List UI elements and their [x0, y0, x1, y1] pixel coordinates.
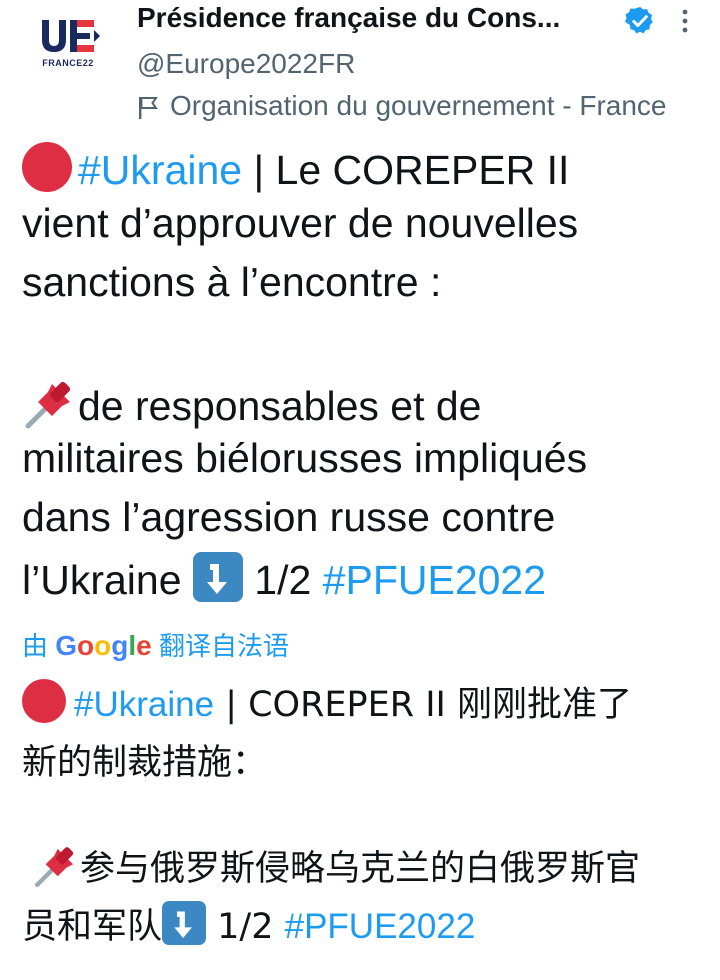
- tweet-header: FRANCE22 Présidence française du Cons...…: [0, 0, 720, 130]
- translated-line: #Ukraine | COREPER II 刚刚批准了: [22, 676, 632, 727]
- eu-logo-icon: [42, 20, 100, 52]
- affiliation-row: Organisation du gouvernement - France: [137, 90, 720, 126]
- flag-icon: [139, 97, 158, 119]
- display-name[interactable]: Présidence française du Cons...: [137, 2, 560, 34]
- logo-text: FRANCE22: [42, 58, 94, 68]
- arrow-down-right-emoji: [162, 901, 207, 945]
- pushpin-emoji: [34, 847, 74, 887]
- translation-attribution[interactable]: 由 Google 翻译自法语: [22, 626, 289, 663]
- more-vertical-icon[interactable]: [676, 6, 694, 36]
- hashtag-ukraine[interactable]: #Ukraine: [78, 147, 242, 193]
- translated-line-text: 1/2: [206, 907, 285, 947]
- translated-line-text: 员和军队: [22, 907, 163, 947]
- verified-badge-icon: [624, 7, 653, 34]
- tweet-line-text: de responsables et de: [78, 383, 482, 429]
- hashtag-pfue2022[interactable]: #PFUE2022: [285, 907, 476, 946]
- translated-line-text: | COREPER II 刚刚批准了: [214, 685, 632, 725]
- avatar[interactable]: FRANCE22: [24, 6, 114, 96]
- tweet-line: vient d’approuver de nouvelles: [22, 200, 579, 246]
- tweet-line-text: 1/2: [242, 557, 323, 603]
- red-circle-emoji: [22, 142, 72, 192]
- hashtag-ukraine[interactable]: #Ukraine: [74, 685, 214, 724]
- tweet-line: de responsables et de: [22, 376, 481, 432]
- translation-suffix: 翻译自法语: [158, 631, 289, 661]
- translated-line-text: 参与俄罗斯侵略乌克兰的白俄罗斯官: [80, 849, 641, 889]
- hashtag-pfue2022[interactable]: #PFUE2022: [323, 557, 546, 603]
- pushpin-emoji: [25, 381, 71, 429]
- translated-line: 参与俄罗斯侵略乌克兰的白俄罗斯官: [32, 840, 640, 891]
- translation-prefix: 由: [22, 631, 49, 661]
- tweet-line: dans l’agression russe contre: [22, 494, 556, 540]
- google-wordmark: Google: [55, 630, 152, 661]
- tweet-line: sanctions à l’encontre :: [22, 259, 442, 305]
- translated-line: 新的制裁措施：: [22, 743, 268, 783]
- tweet-line-text: | Le COREPER II: [242, 147, 570, 193]
- account-handle[interactable]: @Europe2022FR: [137, 48, 355, 80]
- affiliation-text: Organisation du gouvernement - France: [170, 90, 667, 121]
- tweet-line: militaires biélorusses impliqués: [22, 435, 588, 481]
- tweet-line: #Ukraine | Le COREPER II: [22, 142, 569, 194]
- red-circle-emoji: [22, 679, 66, 723]
- translated-line: 员和军队 1/2 #PFUE2022: [22, 898, 475, 949]
- tweet-line: l’Ukraine 1/2 #PFUE2022: [22, 552, 546, 604]
- tweet-line-text: l’Ukraine: [22, 557, 193, 603]
- arrow-down-right-emoji: [192, 552, 243, 602]
